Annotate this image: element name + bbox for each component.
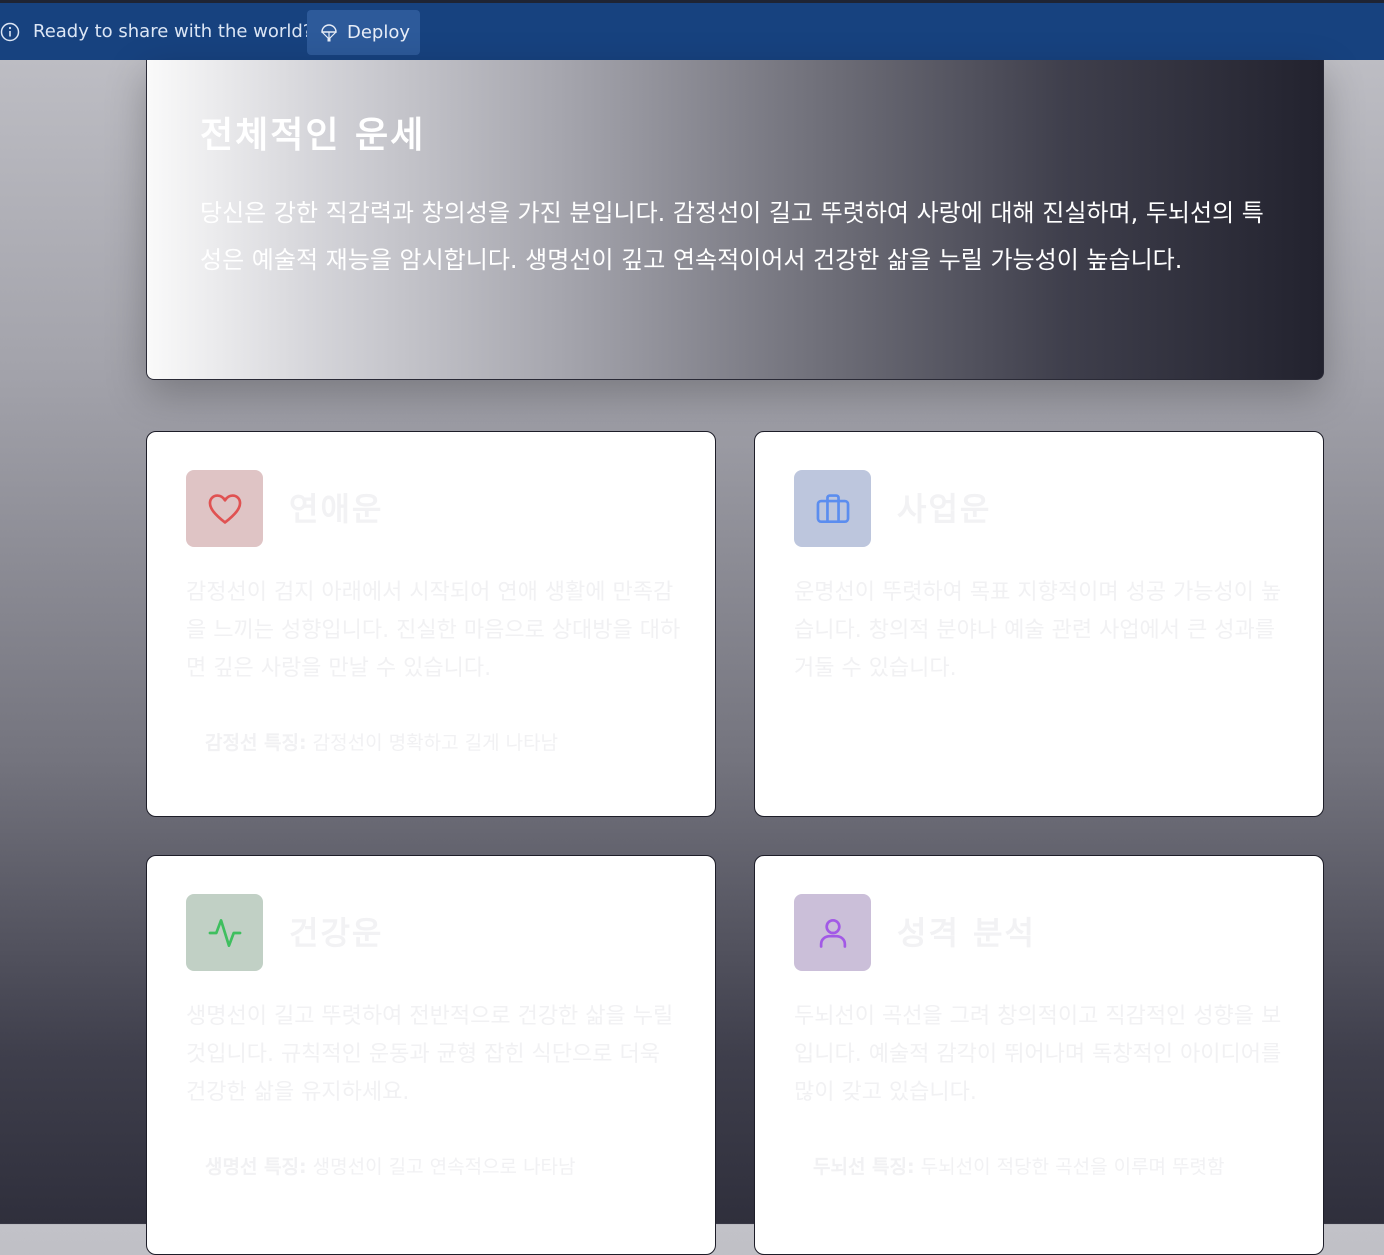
personality-analysis-text: 두뇌선이 곡선을 그려 창의적이고 직감적인 성향을 보입니다. 예술적 감각이… <box>794 1004 1282 1105</box>
health-feature-label: 생명선 특징: <box>205 1156 307 1178</box>
info-icon <box>0 22 20 42</box>
briefcase-icon <box>816 493 849 523</box>
personality-analysis-title: 성격 분석 <box>897 914 1036 952</box>
deploy-button[interactable]: Deploy <box>307 10 420 55</box>
personality-analysis-card: 성격 분석 두뇌선이 곡선을 그려 창의적이고 직감적인 성향을 보입니다. 예… <box>754 855 1324 1255</box>
heart-icon <box>208 493 241 524</box>
love-line-feature: 감정선 특징: 감정선이 명확하고 길게 나타남 <box>205 728 558 755</box>
parachute-icon <box>321 23 337 41</box>
health-feature-value: 생명선이 길고 연속적으로 나타남 <box>312 1156 576 1178</box>
love-fortune-text: 감정선이 검지 아래에서 시작되어 연애 생활에 만족감을 느끼는 성향입니다.… <box>186 580 681 681</box>
love-fortune-card: 연애운 감정선이 검지 아래에서 시작되어 연애 생활에 만족감을 느끼는 성향… <box>146 431 716 817</box>
love-icon-box <box>186 470 263 547</box>
business-fortune-text: 운명선이 뚜렷하여 목표 지향적이며 성공 가능성이 높습니다. 창의적 분야나… <box>794 580 1282 681</box>
banner-message: Ready to share with the world? <box>33 21 313 42</box>
personality-feature-value: 두뇌선이 적당한 곡선을 이루며 뚜렷함 <box>920 1156 1225 1178</box>
activity-icon <box>208 918 241 947</box>
user-icon <box>819 918 846 948</box>
overall-fortune-card: 전체적인 운세 당신은 강한 직감력과 창의성을 가진 분입니다. 감정선이 길… <box>146 60 1324 380</box>
overall-fortune-text: 당신은 강한 직감력과 창의성을 가진 분입니다. 감정선이 길고 뚜렷하여 사… <box>200 199 1264 274</box>
life-line-feature: 생명선 특징: 생명선이 길고 연속적으로 나타남 <box>205 1152 576 1179</box>
head-line-feature: 두뇌선 특징: 두뇌선이 적당한 곡선을 이루며 뚜렷함 <box>813 1152 1225 1179</box>
health-fortune-card: 건강운 생명선이 길고 뚜렷하여 전반적으로 건강한 삶을 누릴 것입니다. 규… <box>146 855 716 1255</box>
love-fortune-title: 연애운 <box>289 490 384 528</box>
love-feature-label: 감정선 특징: <box>205 732 307 754</box>
deploy-button-label: Deploy <box>347 22 411 43</box>
personality-icon-box <box>794 894 871 971</box>
overall-fortune-title: 전체적인 운세 <box>200 114 426 156</box>
business-fortune-card: 사업운 운명선이 뚜렷하여 목표 지향적이며 성공 가능성이 높습니다. 창의적… <box>754 431 1324 817</box>
deploy-banner: Ready to share with the world? Deploy <box>0 3 1384 60</box>
business-icon-box <box>794 470 871 547</box>
health-icon-box <box>186 894 263 971</box>
business-fortune-title: 사업운 <box>897 490 992 528</box>
health-fortune-title: 건강운 <box>289 914 384 952</box>
health-fortune-text: 생명선이 길고 뚜렷하여 전반적으로 건강한 삶을 누릴 것입니다. 규칙적인 … <box>186 1004 674 1105</box>
personality-feature-label: 두뇌선 특징: <box>813 1156 915 1178</box>
love-feature-value: 감정선이 명확하고 길게 나타남 <box>312 732 559 754</box>
